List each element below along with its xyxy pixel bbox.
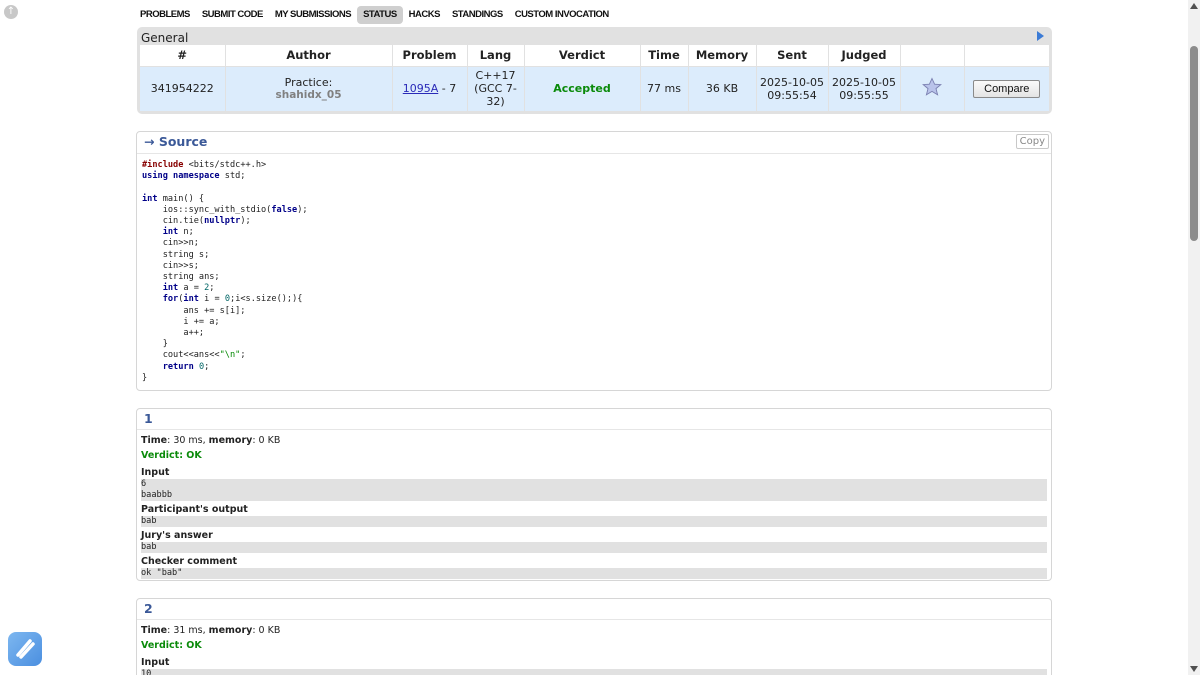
- app-glyph-icon: [16, 639, 35, 659]
- col-problem: Problem: [392, 45, 468, 66]
- status-table: # Author Problem Lang Verdict Time Memor…: [140, 45, 1049, 111]
- nav-menu: PROBLEMS SUBMIT CODE MY SUBMISSIONS STAT…: [134, 6, 615, 24]
- col-id: #: [140, 45, 226, 66]
- col-verdict: Verdict: [524, 45, 641, 66]
- input-value: 10: [141, 669, 1047, 675]
- compare-cell: Compare: [964, 65, 1049, 111]
- output-label: Participant's output: [141, 504, 248, 515]
- compare-button[interactable]: Compare: [973, 79, 1041, 98]
- checker-label: Checker comment: [141, 556, 238, 567]
- test-time-memory: Time: 30 ms, memory: 0 KB: [141, 434, 1047, 448]
- status-header-row: # Author Problem Lang Verdict Time Memor…: [140, 45, 1049, 66]
- test-box-2: 2 Time: 31 ms, memory: 0 KB Verdict: OK …: [136, 598, 1052, 675]
- lang-cell: C++17 (GCC 7-32): [467, 65, 525, 111]
- test-number: 1: [137, 409, 1051, 430]
- memory-label: memory: [208, 625, 253, 636]
- time-label: Time: [141, 435, 168, 446]
- status-title: General: [141, 31, 189, 45]
- scroll-up-icon[interactable]: [1190, 3, 1198, 9]
- copy-button[interactable]: Copy: [1015, 134, 1049, 149]
- submission-status-box: General # Author Problem Lang Verdict Ti…: [137, 27, 1052, 114]
- judged-cell: 2025-10-05 09:55:55: [828, 65, 901, 111]
- author-name[interactable]: shahidx_05: [226, 89, 392, 102]
- verdict-cell: Accepted: [524, 65, 641, 111]
- col-time: Time: [640, 45, 689, 66]
- sent-time: 09:55:54: [767, 88, 817, 102]
- judged-time: 09:55:55: [839, 88, 889, 102]
- input-label: Input: [141, 657, 170, 668]
- nav-hacks[interactable]: HACKS: [403, 6, 446, 24]
- test-body: Time: 30 ms, memory: 0 KB Verdict: OK In…: [137, 430, 1051, 579]
- top-left-circle-icon[interactable]: ↑: [4, 5, 18, 19]
- test-box-1: 1 Time: 30 ms, memory: 0 KB Verdict: OK …: [136, 408, 1052, 581]
- memory-value: : 0 KB: [252, 625, 281, 636]
- time-label: Time: [141, 625, 168, 636]
- source-code: #include <bits/stdc++.h> using namespace…: [142, 160, 308, 383]
- memory-value: : 0 KB: [252, 435, 281, 446]
- time-cell: 77 ms: [640, 65, 689, 111]
- col-judged: Judged: [828, 45, 901, 66]
- judged-date: 2025-10-05: [832, 75, 896, 89]
- col-star: [900, 45, 965, 66]
- source-box: → Source Copy #include <bits/stdc++.h> u…: [136, 131, 1052, 391]
- author-prefix: Practice:: [284, 75, 333, 89]
- answer-label: Jury's answer: [141, 530, 213, 541]
- scroll-down-icon[interactable]: [1190, 666, 1198, 672]
- col-lang: Lang: [467, 45, 525, 66]
- author-cell: Practice: shahidx_05: [225, 65, 393, 111]
- submission-row: 341954222 Practice: shahidx_05 1095A - 7…: [140, 65, 1049, 111]
- output-value: bab: [141, 516, 1047, 527]
- sent-date: 2025-10-05: [760, 75, 824, 89]
- memory-cell: 36 KB: [688, 65, 757, 111]
- nav-standings[interactable]: STANDINGS: [446, 6, 509, 24]
- submission-id: 341954222: [140, 65, 226, 111]
- test-time-memory: Time: 31 ms, memory: 0 KB: [141, 624, 1047, 638]
- col-compare: [964, 45, 1049, 66]
- nav-my-submissions[interactable]: MY SUBMISSIONS: [269, 6, 357, 24]
- col-memory: Memory: [688, 45, 757, 66]
- source-header: → Source Copy: [137, 132, 1051, 154]
- sent-cell: 2025-10-05 09:55:54: [756, 65, 829, 111]
- nav-status[interactable]: STATUS: [357, 6, 403, 24]
- test-body: Time: 31 ms, memory: 0 KB Verdict: OK In…: [137, 620, 1051, 675]
- scroll-thumb[interactable]: [1190, 46, 1198, 241]
- status-header: General: [140, 27, 1049, 45]
- test-verdict: Verdict: OK: [141, 450, 202, 461]
- time-value: : 30 ms,: [167, 435, 209, 446]
- test-verdict: Verdict: OK: [141, 640, 202, 651]
- app-icon[interactable]: [8, 632, 42, 666]
- col-author: Author: [225, 45, 393, 66]
- star-icon[interactable]: [922, 77, 942, 97]
- col-sent: Sent: [756, 45, 829, 66]
- input-label: Input: [141, 467, 170, 478]
- problem-cell: 1095A - 7: [392, 65, 468, 111]
- nav-problems[interactable]: PROBLEMS: [134, 6, 196, 24]
- problem-suffix: - 7: [438, 82, 457, 96]
- test-number: 2: [137, 599, 1051, 620]
- star-cell: [900, 65, 965, 111]
- input-value: 6 baabbb: [141, 479, 1047, 501]
- answer-value: bab: [141, 542, 1047, 553]
- checker-value: ok "bab": [141, 568, 1047, 579]
- nav-submit-code[interactable]: SUBMIT CODE: [196, 6, 269, 24]
- problem-link[interactable]: 1095A: [403, 82, 439, 95]
- memory-label: memory: [208, 435, 253, 446]
- source-title[interactable]: → Source: [144, 134, 207, 149]
- nav-custom-invocation[interactable]: CUSTOM INVOCATION: [509, 6, 615, 24]
- time-value: : 31 ms,: [167, 625, 209, 636]
- play-arrow-icon[interactable]: [1037, 31, 1044, 41]
- vertical-scrollbar[interactable]: [1188, 0, 1200, 675]
